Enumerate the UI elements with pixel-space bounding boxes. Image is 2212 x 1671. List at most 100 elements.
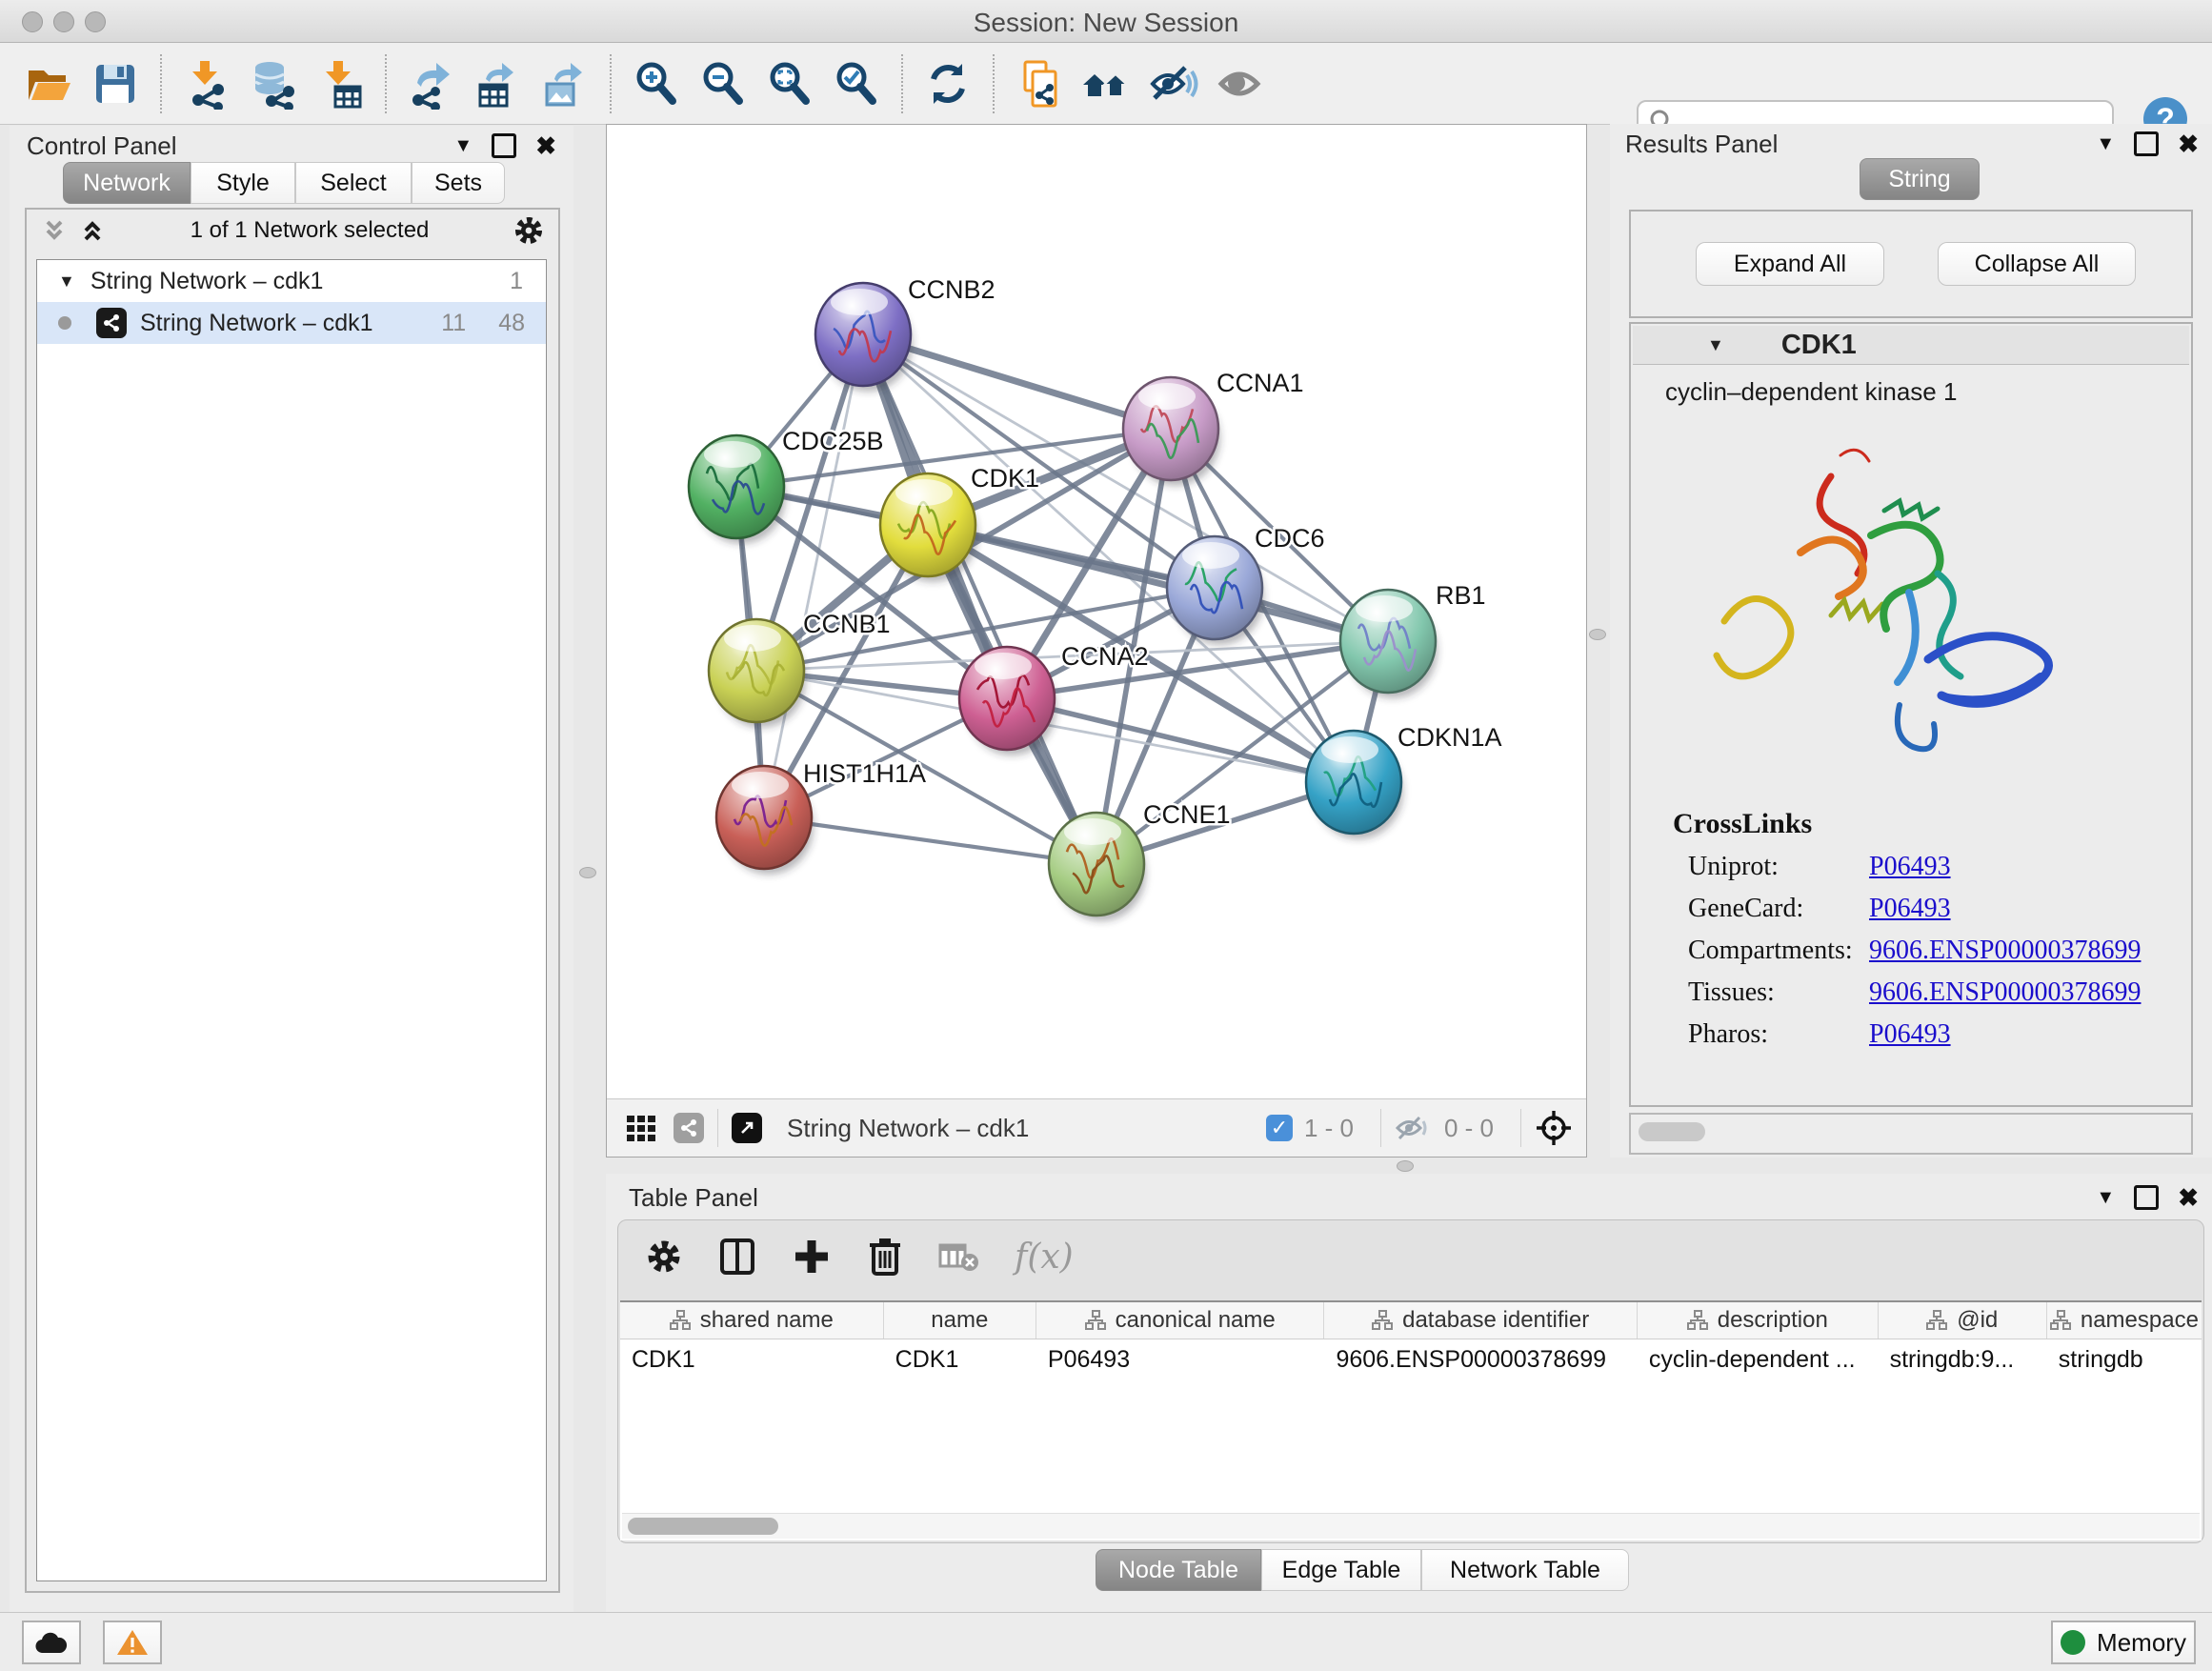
table-row[interactable]: CDK1 CDK1 P06493 9606.ENSP00000378699 cy… xyxy=(620,1339,2202,1379)
network-canvas[interactable]: CCNB2CCNA1CDC25BCDK1CDC6RB1CCNB1CCNA2CDK… xyxy=(607,125,1586,1099)
table-panel-title: Table Panel xyxy=(629,1183,758,1213)
cell-description[interactable]: cyclin-dependent ... xyxy=(1638,1339,1879,1379)
network-edge[interactable] xyxy=(764,817,1096,864)
tab-select[interactable]: Select xyxy=(295,162,412,204)
table-gear-icon[interactable] xyxy=(645,1238,683,1276)
network-view-statusbar: String Network – cdk1 ✓ 1 - 0 0 - 0 xyxy=(607,1098,1586,1157)
crosslink-link[interactable]: P06493 xyxy=(1869,852,1951,882)
network-node-CDC6[interactable]: CDC6 xyxy=(1167,524,1325,645)
scrollbar-thumb[interactable] xyxy=(628,1518,778,1535)
collapse-all-chevron-icon[interactable] xyxy=(40,216,69,245)
column-header[interactable]: database identifier xyxy=(1324,1302,1637,1339)
expand-all-chevron-icon[interactable] xyxy=(78,216,107,245)
zoom-fit-icon[interactable] xyxy=(762,56,817,111)
tab-edge-table[interactable]: Edge Table xyxy=(1261,1549,1421,1591)
crosslink-link[interactable]: 9606.ENSP00000378699 xyxy=(1869,977,2141,1008)
crosslink-label: GeneCard: xyxy=(1688,894,1869,924)
crosslink-label: Uniprot: xyxy=(1688,852,1869,882)
cell-canonical-name[interactable]: P06493 xyxy=(1036,1339,1325,1379)
expand-all-button[interactable]: Expand All xyxy=(1696,242,1884,286)
tab-node-table[interactable]: Node Table xyxy=(1096,1549,1261,1591)
network-node-CDK1[interactable]: CDK1 xyxy=(880,464,1039,582)
cell-namespace[interactable]: stringdb xyxy=(2047,1339,2202,1379)
home-neighbors-icon[interactable] xyxy=(1078,56,1134,111)
tab-network-table[interactable]: Network Table xyxy=(1421,1549,1629,1591)
zoom-selected-icon[interactable] xyxy=(829,56,884,111)
collapse-all-button[interactable]: Collapse All xyxy=(1938,242,2136,286)
export-table-icon[interactable] xyxy=(471,56,526,111)
network-node-CDKN1A[interactable]: CDKN1A xyxy=(1306,723,1502,839)
node-label-CCNB1: CCNB1 xyxy=(803,610,891,638)
import-table-icon[interactable] xyxy=(312,56,368,111)
collapse-triangle-icon[interactable]: ▼ xyxy=(1707,335,1724,355)
import-network-file-icon[interactable] xyxy=(179,56,234,111)
open-in-window-icon[interactable] xyxy=(732,1113,762,1143)
results-scroll-thumb[interactable] xyxy=(1639,1122,1705,1141)
tree-expand-icon[interactable]: ▼ xyxy=(58,272,75,292)
network-tree-root-row[interactable]: ▼ String Network – cdk1 1 xyxy=(37,260,546,302)
column-header[interactable]: namespace xyxy=(2047,1302,2202,1339)
open-session-icon[interactable] xyxy=(21,56,76,111)
panel-caret-icon[interactable]: ▼ xyxy=(2096,133,2115,155)
network-tree-child-row[interactable]: String Network – cdk1 11 48 xyxy=(37,302,546,344)
panel-float-icon[interactable] xyxy=(492,133,516,158)
panel-close-icon[interactable]: ✖ xyxy=(2178,1188,2199,1207)
gear-icon[interactable] xyxy=(513,214,545,247)
column-header[interactable]: shared name xyxy=(620,1302,884,1339)
grid-view-icon[interactable] xyxy=(624,1111,658,1145)
warning-button[interactable] xyxy=(103,1621,162,1664)
import-network-database-icon[interactable] xyxy=(246,56,301,111)
cell-shared-name[interactable]: CDK1 xyxy=(620,1339,884,1379)
network-node-HIST1H1A[interactable]: HIST1H1A xyxy=(716,759,926,875)
crosslinks-section: CrossLinks Uniprot: P06493 GeneCard: P06… xyxy=(1631,808,2191,1050)
cell-id[interactable]: stringdb:9... xyxy=(1879,1339,2047,1379)
memory-button[interactable]: Memory xyxy=(2051,1621,2196,1664)
protein-header-row[interactable]: ▼ CDK1 xyxy=(1633,326,2189,365)
panel-caret-icon[interactable]: ▼ xyxy=(2096,1187,2115,1209)
tab-string[interactable]: String xyxy=(1860,158,1980,200)
export-image-icon[interactable] xyxy=(537,56,593,111)
delete-column-icon[interactable] xyxy=(866,1236,904,1278)
panel-close-icon[interactable]: ✖ xyxy=(2178,134,2199,153)
tab-sets[interactable]: Sets xyxy=(412,162,505,204)
panel-float-icon[interactable] xyxy=(2134,131,2159,156)
column-header[interactable]: @id xyxy=(1879,1302,2047,1339)
right-splitter-handle[interactable] xyxy=(1589,629,1606,640)
save-session-icon[interactable] xyxy=(88,56,143,111)
panel-caret-icon[interactable]: ▼ xyxy=(453,135,473,157)
cell-database-identifier[interactable]: 9606.ENSP00000378699 xyxy=(1324,1339,1637,1379)
hide-selected-eye-icon[interactable] xyxy=(1145,56,1200,111)
columns-icon[interactable] xyxy=(717,1237,757,1277)
tab-style[interactable]: Style xyxy=(191,162,295,204)
crosslink-link[interactable]: P06493 xyxy=(1869,894,1951,924)
export-network-icon[interactable] xyxy=(404,56,459,111)
zoom-in-icon[interactable] xyxy=(629,56,684,111)
show-all-eye-icon[interactable] xyxy=(1212,56,1267,111)
refresh-view-icon[interactable] xyxy=(920,56,975,111)
column-header[interactable]: name xyxy=(884,1302,1036,1339)
column-header[interactable]: canonical name xyxy=(1036,1302,1325,1339)
left-splitter-handle[interactable] xyxy=(579,867,596,878)
column-header[interactable]: description xyxy=(1638,1302,1879,1339)
add-column-icon[interactable] xyxy=(792,1237,832,1277)
bottom-splitter-handle[interactable] xyxy=(1397,1160,1414,1172)
network-node-RB1[interactable]: RB1 xyxy=(1340,581,1486,698)
selected-checkbox-icon[interactable]: ✓ xyxy=(1266,1115,1293,1141)
birdseye-crosshair-icon[interactable] xyxy=(1535,1109,1573,1147)
clone-network-icon[interactable] xyxy=(1012,56,1067,111)
panel-close-icon[interactable]: ✖ xyxy=(535,136,556,155)
column-mapping-icon xyxy=(1372,1310,1393,1331)
cell-name[interactable]: CDK1 xyxy=(884,1339,1036,1379)
cloud-button[interactable] xyxy=(22,1621,81,1664)
zoom-out-icon[interactable] xyxy=(695,56,751,111)
crosslink-link[interactable]: P06493 xyxy=(1869,1019,1951,1050)
crosslink-link[interactable]: 9606.ENSP00000378699 xyxy=(1869,936,2141,966)
table-horizontal-scrollbar[interactable] xyxy=(622,1513,2200,1539)
panel-float-icon[interactable] xyxy=(2134,1185,2159,1210)
network-node-CCNE1[interactable]: CCNE1 xyxy=(1049,800,1231,921)
network-node-CCNB1[interactable]: CCNB1 xyxy=(709,610,891,728)
network-badge-icon[interactable] xyxy=(674,1113,704,1143)
current-network-name: String Network – cdk1 xyxy=(787,1114,1029,1143)
title-bar: Session: New Session xyxy=(0,0,2212,43)
tab-network[interactable]: Network xyxy=(63,162,191,204)
